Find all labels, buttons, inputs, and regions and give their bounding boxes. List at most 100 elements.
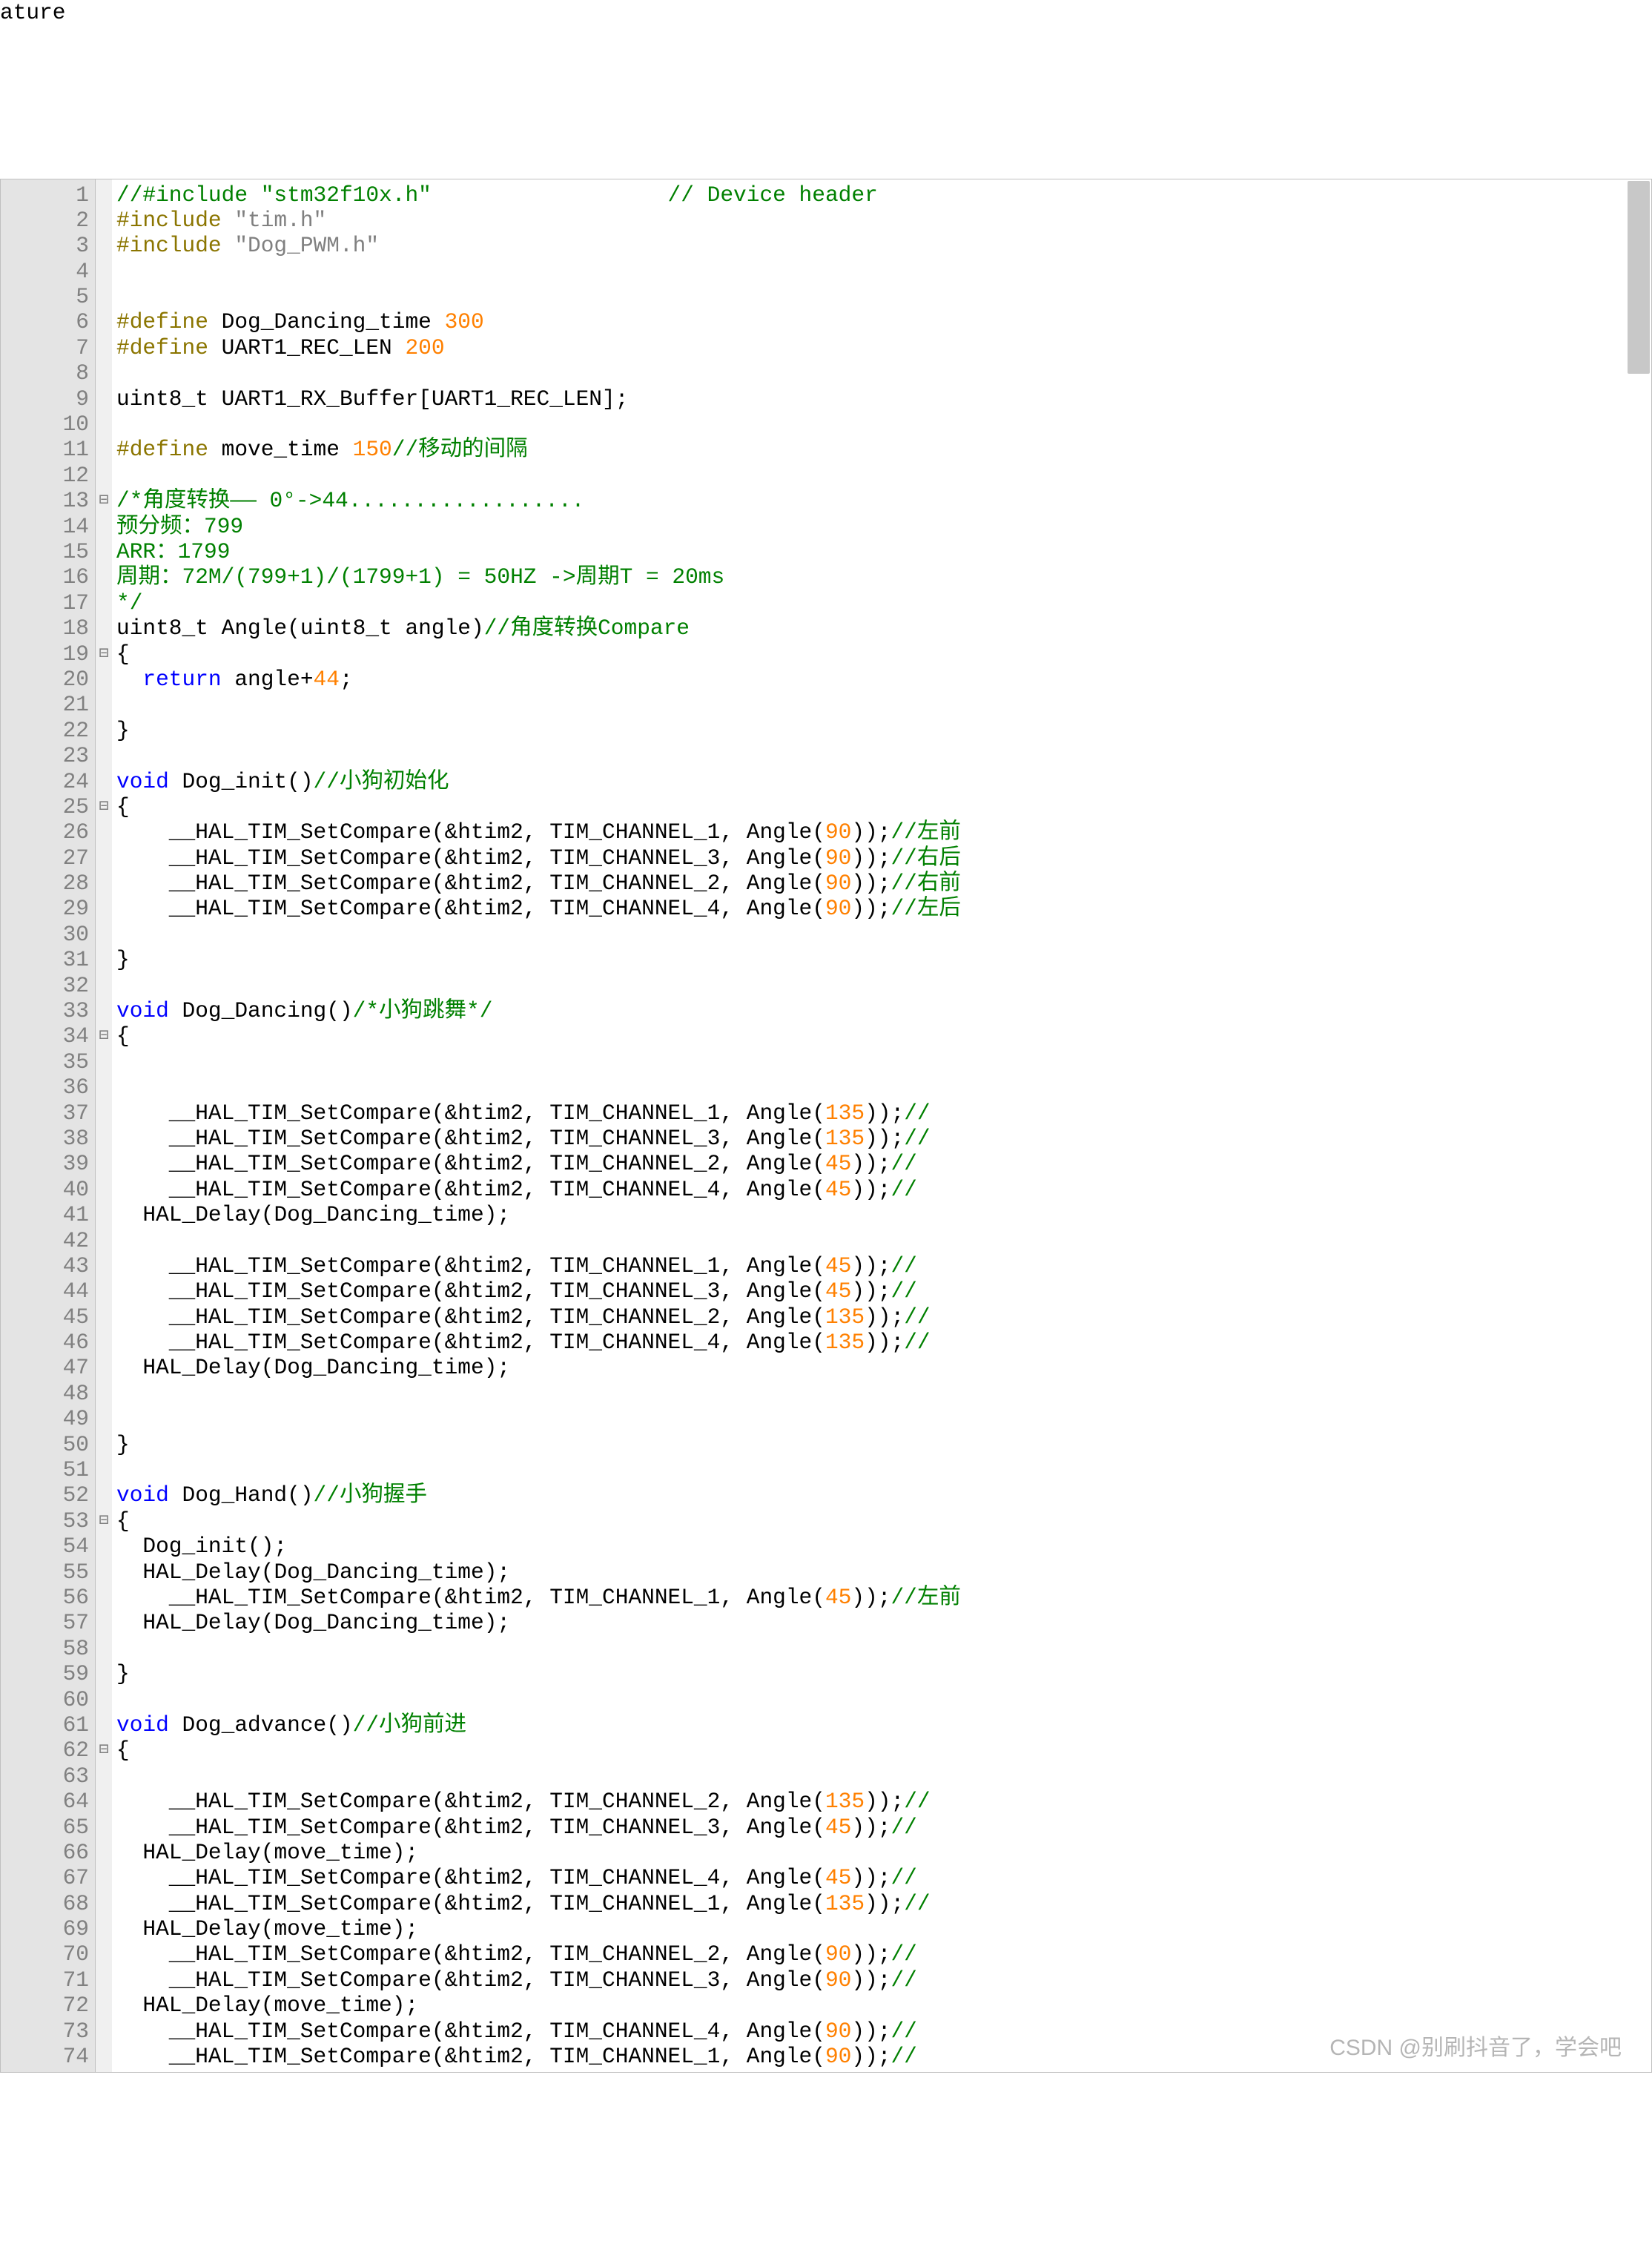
line-number: 31 [4, 947, 89, 972]
fold-marker[interactable]: ⊟ [96, 1508, 112, 1534]
code-line[interactable]: #include "tim.h" [116, 208, 1651, 233]
code-line[interactable]: void Dog_Hand()//小狗握手 [116, 1482, 1651, 1508]
code-line[interactable]: __HAL_TIM_SetCompare(&htim2, TIM_CHANNEL… [116, 1278, 1651, 1304]
code-line[interactable] [116, 1687, 1651, 1712]
code-line[interactable]: { [116, 641, 1651, 667]
line-number: 50 [4, 1432, 89, 1457]
code-line[interactable]: HAL_Delay(Dog_Dancing_time); [116, 1560, 1651, 1585]
line-number: 24 [4, 769, 89, 794]
code-line[interactable]: __HAL_TIM_SetCompare(&htim2, TIM_CHANNEL… [116, 1815, 1651, 1840]
fold-gutter[interactable]: ⊟ ⊟ ⊟ ⊟ ⊟ ⊟ [96, 179, 112, 2073]
code-line[interactable]: } [116, 947, 1651, 972]
code-line[interactable]: { [116, 1738, 1651, 1763]
code-line[interactable]: __HAL_TIM_SetCompare(&htim2, TIM_CHANNEL… [116, 1330, 1651, 1355]
code-editor[interactable]: 1234567891011121314151617181920212223242… [0, 179, 1652, 2073]
fold-marker[interactable]: ⊟ [96, 488, 112, 513]
code-line[interactable] [116, 360, 1651, 386]
code-line[interactable]: HAL_Delay(move_time); [116, 1916, 1651, 1941]
line-number: 29 [4, 896, 89, 921]
code-line[interactable] [116, 743, 1651, 768]
code-line[interactable] [116, 1636, 1651, 1661]
code-line[interactable]: HAL_Delay(move_time); [116, 1840, 1651, 1865]
code-line[interactable] [116, 412, 1651, 437]
code-line[interactable]: void Dog_advance()//小狗前进 [116, 1712, 1651, 1738]
fold-marker[interactable]: ⊟ [96, 1023, 112, 1049]
code-line[interactable]: Dog_init(); [116, 1534, 1651, 1559]
code-line[interactable]: HAL_Delay(move_time); [116, 1993, 1651, 2018]
code-line[interactable]: __HAL_TIM_SetCompare(&htim2, TIM_CHANNEL… [116, 1151, 1651, 1176]
code-line[interactable]: __HAL_TIM_SetCompare(&htim2, TIM_CHANNEL… [116, 1789, 1651, 1814]
code-line[interactable]: } [116, 1661, 1651, 1686]
line-number: 25 [4, 794, 89, 819]
line-number: 64 [4, 1789, 89, 1814]
code-line[interactable] [116, 1049, 1651, 1075]
code-line[interactable]: __HAL_TIM_SetCompare(&htim2, TIM_CHANNEL… [116, 1177, 1651, 1202]
fold-marker[interactable]: ⊟ [96, 794, 112, 819]
code-line[interactable]: __HAL_TIM_SetCompare(&htim2, TIM_CHANNEL… [116, 819, 1651, 845]
code-line[interactable]: __HAL_TIM_SetCompare(&htim2, TIM_CHANNEL… [116, 845, 1651, 871]
code-line[interactable] [116, 692, 1651, 717]
fold-marker [96, 1763, 112, 1789]
code-line[interactable]: { [116, 1508, 1651, 1534]
code-line[interactable] [116, 1406, 1651, 1431]
code-line[interactable]: HAL_Delay(Dog_Dancing_time); [116, 1610, 1651, 1635]
code-line[interactable]: #define UART1_REC_LEN 200 [116, 335, 1651, 360]
code-line[interactable]: 周期：72M/(799+1)/(1799+1) = 50HZ ->周期T = 2… [116, 564, 1651, 590]
code-line[interactable]: __HAL_TIM_SetCompare(&htim2, TIM_CHANNEL… [116, 1891, 1651, 1916]
code-line[interactable]: __HAL_TIM_SetCompare(&htim2, TIM_CHANNEL… [116, 1865, 1651, 1890]
code-line[interactable]: __HAL_TIM_SetCompare(&htim2, TIM_CHANNEL… [116, 1253, 1651, 1278]
code-line[interactable]: __HAL_TIM_SetCompare(&htim2, TIM_CHANNEL… [116, 871, 1651, 896]
code-line[interactable]: __HAL_TIM_SetCompare(&htim2, TIM_CHANNEL… [116, 1101, 1651, 1126]
fold-marker [96, 233, 112, 258]
code-line[interactable]: void Dog_Dancing()/*小狗跳舞*/ [116, 998, 1651, 1023]
code-line[interactable]: HAL_Delay(Dog_Dancing_time); [116, 1355, 1651, 1380]
code-line[interactable]: __HAL_TIM_SetCompare(&htim2, TIM_CHANNEL… [116, 1941, 1651, 1967]
code-line[interactable]: #include "Dog_PWM.h" [116, 233, 1651, 258]
code-line[interactable]: ARR：1799 [116, 539, 1651, 564]
code-line[interactable] [116, 973, 1651, 998]
code-line[interactable]: { [116, 1023, 1651, 1049]
fold-marker [96, 1585, 112, 1610]
fold-marker [96, 1330, 112, 1355]
watermark-text: CSDN @别刷抖音了，学会吧 [1329, 2036, 1622, 2062]
code-line[interactable]: #define Dog_Dancing_time 300 [116, 309, 1651, 334]
code-line[interactable] [116, 922, 1651, 947]
fold-marker[interactable]: ⊟ [96, 641, 112, 667]
code-line[interactable]: */ [116, 590, 1651, 616]
code-line[interactable]: return angle+44; [116, 667, 1651, 692]
code-line[interactable] [116, 1763, 1651, 1789]
code-line[interactable]: uint8_t Angle(uint8_t angle)//角度转换Compar… [116, 616, 1651, 641]
code-line[interactable] [116, 1228, 1651, 1253]
code-line[interactable]: } [116, 1432, 1651, 1457]
code-line[interactable]: { [116, 794, 1651, 819]
code-line[interactable]: __HAL_TIM_SetCompare(&htim2, TIM_CHANNEL… [116, 1967, 1651, 1993]
code-line[interactable]: __HAL_TIM_SetCompare(&htim2, TIM_CHANNEL… [116, 1126, 1651, 1151]
vertical-scrollbar[interactable] [1628, 181, 1650, 374]
code-area[interactable]: //#include "stm32f10x.h" // Device heade… [112, 179, 1651, 2073]
code-line[interactable]: uint8_t UART1_RX_Buffer[UART1_REC_LEN]; [116, 386, 1651, 412]
code-line[interactable]: } [116, 718, 1651, 743]
code-line[interactable]: HAL_Delay(Dog_Dancing_time); [116, 1202, 1651, 1227]
code-line[interactable] [116, 463, 1651, 488]
fold-marker [96, 1177, 112, 1202]
line-number: 5 [4, 284, 89, 309]
code-line[interactable] [116, 259, 1651, 284]
code-line[interactable]: 预分频：799 [116, 514, 1651, 539]
line-number: 44 [4, 1278, 89, 1304]
code-line[interactable] [116, 1457, 1651, 1482]
fold-marker [96, 1151, 112, 1176]
line-number: 23 [4, 743, 89, 768]
fold-marker [96, 743, 112, 768]
code-line[interactable]: //#include "stm32f10x.h" // Device heade… [116, 182, 1651, 208]
code-line[interactable]: void Dog_init()//小狗初始化 [116, 769, 1651, 794]
code-line[interactable] [116, 284, 1651, 309]
fold-marker[interactable]: ⊟ [96, 1738, 112, 1763]
code-line[interactable]: /*角度转换—— 0°->44.................. [116, 488, 1651, 513]
code-line[interactable] [116, 1075, 1651, 1100]
code-line[interactable]: __HAL_TIM_SetCompare(&htim2, TIM_CHANNEL… [116, 1304, 1651, 1330]
line-number: 11 [4, 437, 89, 462]
code-line[interactable]: __HAL_TIM_SetCompare(&htim2, TIM_CHANNEL… [116, 1585, 1651, 1610]
code-line[interactable]: __HAL_TIM_SetCompare(&htim2, TIM_CHANNEL… [116, 896, 1651, 921]
code-line[interactable] [116, 1381, 1651, 1406]
code-line[interactable]: #define move_time 150//移动的间隔 [116, 437, 1651, 462]
